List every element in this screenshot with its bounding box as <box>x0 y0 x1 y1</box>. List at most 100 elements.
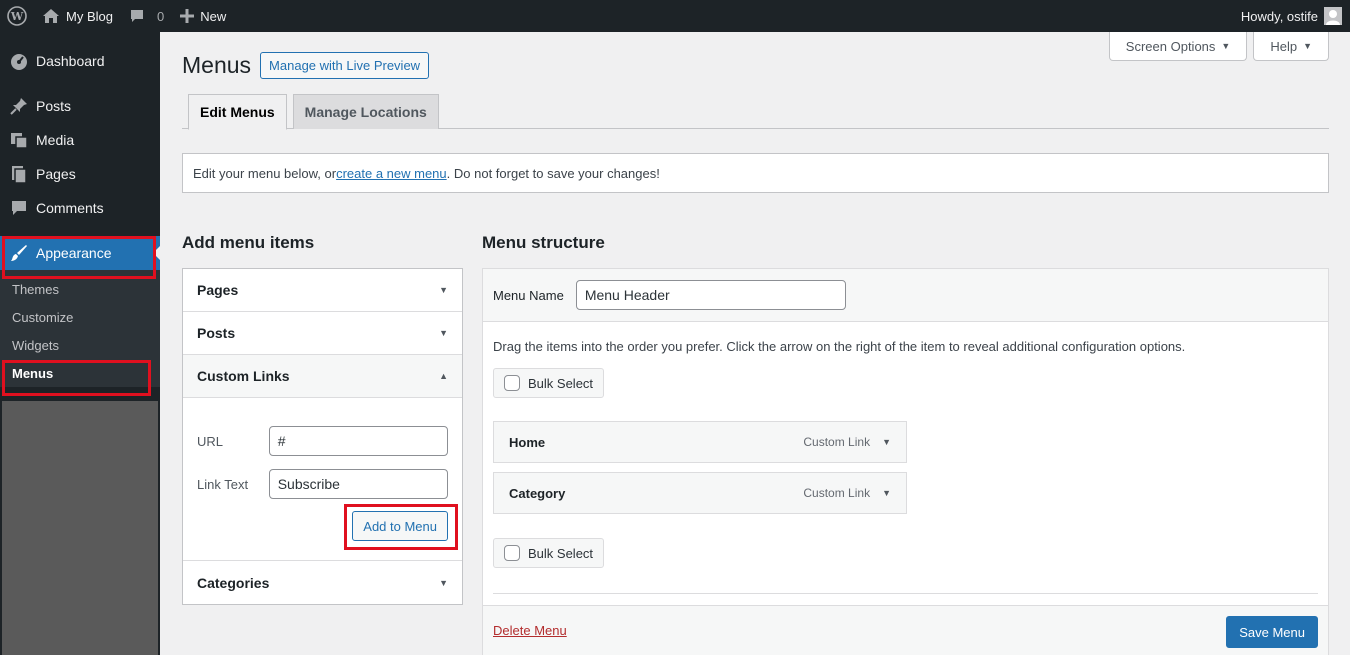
accordion-pages[interactable]: Pages ▼ <box>183 269 462 312</box>
bulk-select-checkbox[interactable] <box>504 375 520 391</box>
pages-icon <box>8 165 30 183</box>
menu-item-title: Category <box>509 485 566 501</box>
submenu-item-customize[interactable]: Customize <box>0 303 160 331</box>
sidebar-item-posts[interactable]: Posts <box>0 89 160 123</box>
expand-arrow-icon[interactable]: ▼ <box>882 437 891 447</box>
link-text-input[interactable]: Subscribe <box>268 469 448 499</box>
sidebar-item-label: Media <box>36 132 75 148</box>
screen-options-label: Screen Options <box>1125 38 1216 54</box>
comments-link[interactable]: 0 <box>121 0 172 32</box>
accordion-title: Posts <box>197 325 236 341</box>
caret-down-icon: ▼ <box>1221 41 1231 51</box>
divider <box>493 593 1318 594</box>
expand-arrow-icon[interactable]: ▼ <box>882 488 891 498</box>
bulk-select-label: Bulk Select <box>528 375 594 391</box>
sidebar-item-appearance[interactable]: Appearance <box>0 236 160 270</box>
accordion-posts[interactable]: Posts ▼ <box>183 312 462 355</box>
comment-count: 0 <box>156 8 165 24</box>
new-label: New <box>200 8 227 24</box>
add-to-menu-button[interactable]: Add to Menu <box>352 511 448 541</box>
menu-item-title: Home <box>509 434 546 450</box>
custom-links-panel: URL # Link Text Subscribe Add to Menu <box>183 398 462 561</box>
pin-icon <box>8 97 30 115</box>
bulk-select-top[interactable]: Bulk Select <box>493 368 605 398</box>
sidebar-overlay <box>2 401 158 655</box>
tab-manage-locations[interactable]: Manage Locations <box>292 94 439 129</box>
delete-menu-link[interactable]: Delete Menu <box>493 623 567 638</box>
nav-tabs: Edit Menus Manage Locations <box>182 94 1329 130</box>
menu-name-input[interactable]: Menu Header <box>575 280 846 310</box>
drag-instructions: Drag the items into the order you prefer… <box>493 339 1186 354</box>
accordion-title: Pages <box>197 282 239 298</box>
sidebar-item-label: Dashboard <box>36 53 105 69</box>
triangle-down-icon: ▼ <box>439 577 448 588</box>
menu-item[interactable]: Home Custom Link ▼ <box>493 421 907 463</box>
dashboard-icon <box>8 52 30 70</box>
link-text-row: Link Text Subscribe <box>197 469 448 499</box>
help-button[interactable]: Help ▼ <box>1253 32 1329 61</box>
add-menu-items-heading: Add menu items <box>182 233 315 252</box>
notice-text-after: . Do not forget to save your changes! <box>446 165 660 181</box>
submenu-item-themes[interactable]: Themes <box>0 275 160 303</box>
caret-down-icon: ▼ <box>1303 41 1312 51</box>
bulk-select-label: Bulk Select <box>528 545 594 561</box>
sidebar-item-comments[interactable]: Comments <box>0 191 160 225</box>
plus-icon <box>180 9 195 23</box>
bulk-select-checkbox[interactable] <box>504 545 520 561</box>
menu-header: Menu Name Menu Header <box>483 269 1328 322</box>
home-icon <box>42 8 60 24</box>
comment-icon <box>8 199 30 217</box>
sidebar-item-label: Pages <box>36 166 76 182</box>
notice-text-before: Edit your menu below, or <box>193 165 337 181</box>
submenu-item-widgets[interactable]: Widgets <box>0 331 160 359</box>
appearance-submenu: Themes Customize Widgets Menus <box>0 270 160 387</box>
screen-meta-links: Screen Options ▼ Help ▼ <box>1108 32 1329 61</box>
sidebar-item-label: Comments <box>36 200 104 216</box>
link-text-label: Link Text <box>197 476 249 492</box>
accordion-categories[interactable]: Categories ▼ <box>183 561 462 604</box>
site-name-link[interactable]: My Blog <box>34 0 121 32</box>
menu-structure-heading: Menu structure <box>482 233 605 252</box>
brush-icon <box>8 244 30 262</box>
menu-name-label: Menu Name <box>493 287 564 303</box>
create-new-menu-link[interactable]: create a new menu <box>336 166 447 181</box>
triangle-up-icon: ▲ <box>439 371 448 381</box>
new-content-link[interactable]: New <box>172 0 234 32</box>
account-link[interactable]: Howdy, ostife <box>1233 0 1350 32</box>
main-content: Screen Options ▼ Help ▼ Menus Manage wit… <box>160 32 1350 655</box>
sidebar-item-label: Appearance <box>36 245 112 261</box>
url-input[interactable]: # <box>268 426 448 456</box>
accordion-custom-links[interactable]: Custom Links ▲ <box>183 355 462 398</box>
url-label: URL <box>197 433 224 449</box>
tab-edit-menus[interactable]: Edit Menus <box>188 94 287 130</box>
svg-text:W: W <box>10 10 24 23</box>
live-preview-button[interactable]: Manage with Live Preview <box>260 52 430 79</box>
accordion-title: Custom Links <box>197 368 290 384</box>
sidebar-item-dashboard[interactable]: Dashboard <box>0 44 160 78</box>
page-title-row: Menus Manage with Live Preview <box>182 52 430 79</box>
triangle-down-icon: ▼ <box>439 285 448 295</box>
notice-box: Edit your menu below, or create a new me… <box>182 153 1329 193</box>
menu-footer: Delete Menu Save Menu <box>483 605 1328 655</box>
url-row: URL # <box>197 426 448 456</box>
menu-item-type: Custom Link <box>803 435 871 449</box>
accordion-title: Categories <box>197 574 270 591</box>
menu-item[interactable]: Category Custom Link ▼ <box>493 472 907 514</box>
menu-item-type: Custom Link <box>803 486 871 500</box>
sidebar-item-media[interactable]: Media <box>0 123 160 157</box>
help-label: Help <box>1270 38 1298 54</box>
admin-bar: W My Blog 0 New Howdy, ostife <box>0 0 1350 32</box>
howdy-text: Howdy, ostife <box>1240 8 1318 24</box>
media-icon <box>8 131 30 149</box>
bulk-select-bottom[interactable]: Bulk Select <box>493 538 605 568</box>
triangle-down-icon: ▼ <box>439 328 448 338</box>
add-items-accordion: Pages ▼ Posts ▼ Custom Links ▲ URL # Lin… <box>182 268 463 605</box>
wordpress-logo-icon[interactable]: W <box>0 0 34 32</box>
page-title: Menus <box>182 52 252 78</box>
site-name: My Blog <box>66 8 113 24</box>
sidebar-item-pages[interactable]: Pages <box>0 157 160 191</box>
menu-management: Menu Name Menu Header Drag the items int… <box>482 268 1329 655</box>
submenu-item-menus[interactable]: Menus <box>0 359 160 387</box>
screen-options-button[interactable]: Screen Options ▼ <box>1108 32 1248 61</box>
save-menu-button[interactable]: Save Menu <box>1226 616 1318 648</box>
